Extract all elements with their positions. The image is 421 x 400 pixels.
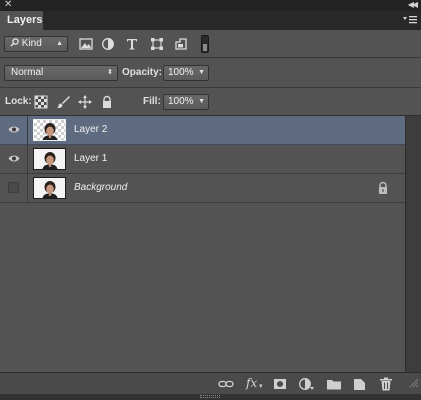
lock-transparent-pixels-icon[interactable] <box>34 95 48 109</box>
panel-top-strip: ✕ ◀◀ <box>0 0 421 11</box>
lock-all-icon[interactable] <box>100 95 114 109</box>
layer-row[interactable]: Layer 1 <box>0 145 405 174</box>
panel-tab-bar: Layers <box>0 11 421 31</box>
panel-bottom-edge <box>0 394 421 400</box>
delete-trash-icon[interactable] <box>378 377 394 391</box>
layer-row[interactable]: Layer 2 <box>0 116 405 145</box>
blend-row: Normal ⬍ Opacity: 100% ▼ <box>0 58 421 88</box>
lock-label: Lock: <box>5 96 32 107</box>
filter-toggle-switch[interactable] <box>201 35 209 53</box>
shape-filter-icon[interactable] <box>150 37 164 51</box>
type-filter-icon[interactable] <box>125 37 139 51</box>
chevron-down-icon[interactable]: ▼ <box>198 95 205 109</box>
portrait-thumbnail-image <box>42 123 58 140</box>
layer-name[interactable]: Layer 2 <box>74 124 107 135</box>
tab-layers[interactable]: Layers <box>0 11 44 30</box>
image-filter-icon[interactable] <box>79 37 93 51</box>
eye-icon <box>8 155 20 162</box>
chevron-down-icon[interactable]: ▼ <box>198 66 205 80</box>
adjustment-filter-icon[interactable] <box>101 37 115 51</box>
lock-position-icon[interactable] <box>78 95 92 109</box>
lock-icon <box>379 181 387 194</box>
panel-menu-icon[interactable] <box>402 14 418 26</box>
layer-thumbnail[interactable] <box>33 177 66 199</box>
filter-kind-dropdown[interactable]: Kind ▲ <box>4 36 68 52</box>
opacity-label: Opacity: <box>122 67 163 78</box>
fill-label: Fill: <box>143 96 161 107</box>
smart-object-filter-icon[interactable] <box>174 37 188 51</box>
search-icon <box>10 38 19 47</box>
fx-dropdown-arrow-icon: ▾ <box>259 383 263 390</box>
new-layer-icon[interactable] <box>352 377 368 391</box>
vertical-scrollbar[interactable] <box>405 116 421 372</box>
eye-icon <box>8 126 20 133</box>
layers-list: Layer 2 Layer 1 Background <box>0 116 405 372</box>
adjustment-layer-icon[interactable] <box>298 377 314 391</box>
chevron-updown-icon: ▲ <box>56 40 63 47</box>
visibility-toggle[interactable] <box>0 174 28 202</box>
bottom-toolbar: fx ▾ <box>0 372 421 394</box>
layer-name[interactable]: Layer 1 <box>74 153 107 164</box>
group-folder-icon[interactable] <box>326 377 342 391</box>
close-icon[interactable]: ✕ <box>4 0 12 10</box>
hidden-visibility-box <box>8 182 19 193</box>
layer-name[interactable]: Background <box>74 182 127 193</box>
layer-mask-icon[interactable] <box>272 377 288 391</box>
fill-field[interactable]: 100% ▼ <box>163 94 209 110</box>
visibility-toggle[interactable] <box>0 116 28 144</box>
link-layers-icon[interactable] <box>218 377 234 391</box>
portrait-thumbnail-image <box>34 149 65 169</box>
collapse-panel-icon[interactable]: ◀◀ <box>408 0 418 10</box>
blend-mode-value: Normal <box>11 67 44 78</box>
filter-kind-label: Kind <box>21 38 42 49</box>
chevron-updown-icon: ⬍ <box>107 69 113 76</box>
layers-panel: ✕ ◀◀ Layers Kind ▲ Normal ⬍ Opacity: 100… <box>0 0 421 400</box>
layer-thumbnail[interactable] <box>33 148 66 170</box>
fx-icon[interactable]: fx <box>246 376 257 390</box>
opacity-field[interactable]: 100% ▼ <box>163 65 209 81</box>
layer-row[interactable]: Background <box>0 174 405 203</box>
lock-image-pixels-icon[interactable] <box>56 95 70 109</box>
resize-corner-grip-icon[interactable] <box>407 376 419 388</box>
filter-row: Kind ▲ <box>0 30 421 58</box>
opacity-value: 100% <box>168 67 194 78</box>
layer-thumbnail[interactable] <box>33 119 66 141</box>
lock-row: Lock: Fill: 100% ▼ <box>0 88 421 116</box>
portrait-thumbnail-image <box>34 178 65 198</box>
resize-handle[interactable] <box>200 395 220 398</box>
visibility-toggle[interactable] <box>0 145 28 173</box>
fill-value: 100% <box>168 96 194 107</box>
blend-mode-dropdown[interactable]: Normal ⬍ <box>4 65 118 81</box>
